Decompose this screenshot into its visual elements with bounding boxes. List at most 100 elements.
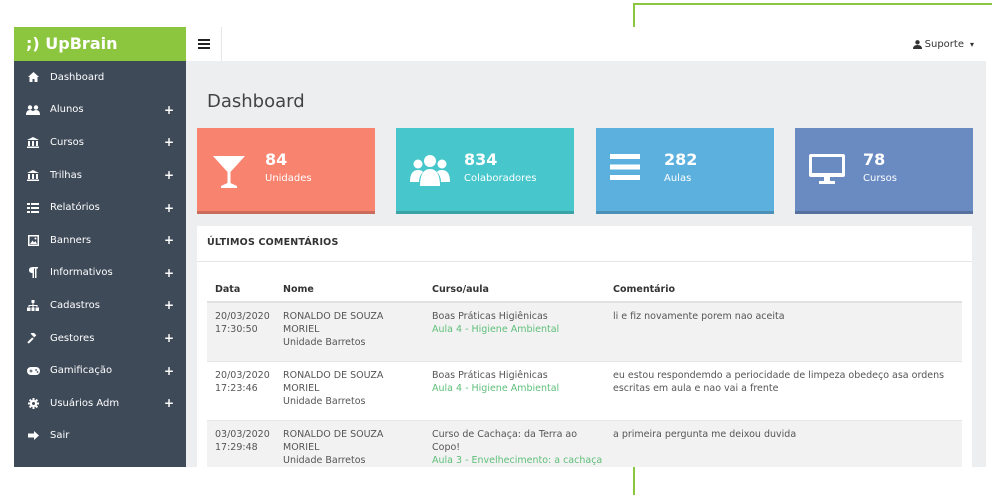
course-cell: Boas Práticas Higiênicas Aula 4 - Higiene…: [424, 301, 605, 361]
sidebar-item-alunos[interactable]: Alunos +: [14, 94, 186, 127]
sidebar-item-usuarios-adm[interactable]: Usuários Adm +: [14, 387, 186, 420]
stat-card-unidades[interactable]: 84 Unidades: [197, 128, 375, 214]
gamepad-icon: [26, 365, 40, 377]
sidebar-item-label: Gamificação: [50, 365, 113, 377]
hamburger-icon: [197, 39, 210, 49]
sidebar-item-gamificacao[interactable]: Gamificação +: [14, 354, 186, 387]
stat-label: Colaboradores: [464, 173, 537, 184]
sidebar-item-banners[interactable]: Banners +: [14, 224, 186, 257]
student-name: MORIEL: [283, 324, 320, 335]
student-name: RONALDO DE SOUZA: [283, 428, 384, 440]
course-name: Boas Práticas Higiênicas: [432, 311, 548, 322]
report-icon: [26, 202, 40, 214]
sidebar-item-trilhas[interactable]: Trilhas +: [14, 159, 186, 192]
date-cell: 03/03/2020 17:29:48: [207, 419, 275, 467]
expand-plus-icon[interactable]: +: [164, 266, 174, 280]
expand-plus-icon[interactable]: +: [164, 201, 174, 215]
sidebar-item-relatorios[interactable]: Relatórios +: [14, 191, 186, 224]
column-header-nome[interactable]: Nome: [275, 278, 424, 303]
expand-plus-icon[interactable]: +: [164, 298, 174, 312]
decorative-line: [633, 3, 992, 5]
student-name: MORIEL: [283, 441, 320, 453]
sidebar-item-sair[interactable]: Sair: [14, 420, 186, 453]
table-row[interactable]: 20/03/2020 17:30:50 RONALDO DE SOUZA MORIE…: [207, 301, 962, 361]
stat-card-colaboradores[interactable]: 834 Colaboradores: [396, 128, 574, 214]
name-cell: RONALDO DE SOUZA MORIEL Unidade Barretos: [275, 360, 424, 420]
comments-panel-title: ÚLTIMOS COMENTÁRIOS: [197, 226, 972, 262]
sidebar-item-cadastros[interactable]: Cadastros +: [14, 289, 186, 322]
comments-panel: ÚLTIMOS COMENTÁRIOS Data Nome Curso/aula…: [197, 226, 972, 467]
date-cell: 20/03/2020 17:30:50: [207, 301, 275, 361]
sidebar-item-label: Banners: [50, 234, 92, 246]
table-row[interactable]: 03/03/2020 17:29:48 RONALDO DE SOUZA MORIE…: [207, 419, 962, 467]
stat-value: 282: [664, 150, 698, 169]
table-row[interactable]: 20/03/2020 17:23:46 RONALDO DE SOUZA MORIE…: [207, 360, 962, 420]
sidebar-item-label: Usuários Adm: [50, 397, 120, 409]
comment-cell: eu estou respondemdo a periocidade de li…: [605, 360, 962, 420]
menu-toggle-button[interactable]: [186, 27, 222, 61]
glass-icon: [211, 154, 247, 192]
sidebar-item-label: Informativos: [50, 267, 113, 279]
name-cell: RONALDO DE SOUZA MORIEL Unidade Barretos: [275, 419, 424, 467]
stat-label: Unidades: [265, 173, 312, 184]
sidebar-item-label: Trilhas: [50, 169, 82, 181]
column-header-comentario[interactable]: Comentário: [605, 278, 962, 303]
expand-plus-icon[interactable]: +: [164, 168, 174, 182]
gear-icon: [26, 397, 40, 409]
column-header-curso[interactable]: Curso/aula: [424, 278, 605, 303]
lesson-link[interactable]: Aula 4 - Higiene Ambiental: [432, 383, 559, 394]
stat-value: 834: [464, 150, 498, 169]
course-name: Boas Práticas Higiênicas: [432, 369, 548, 381]
student-name: RONALDO DE SOUZA: [283, 311, 384, 322]
stat-card-aulas[interactable]: 282 Aulas: [596, 128, 774, 214]
lesson-link[interactable]: Aula 3 - Envelhecimento: a cachaça: [432, 455, 602, 466]
image-icon: [26, 234, 40, 246]
decorative-line: [633, 465, 635, 495]
comment-cell: li e fiz novamente porem nao aceita: [605, 301, 962, 361]
sidebar-item-label: Cursos: [50, 136, 84, 148]
comment-date: 20/03/2020: [215, 311, 270, 322]
sidebar-item-gestores[interactable]: Gestores +: [14, 322, 186, 355]
sidebar-item-label: Cadastros: [50, 299, 100, 311]
user-name: Suporte: [924, 38, 964, 50]
stat-label: Aulas: [664, 173, 692, 184]
expand-plus-icon[interactable]: +: [164, 331, 174, 345]
stat-value: 78: [863, 150, 886, 169]
sidebar-item-cursos[interactable]: Cursos +: [14, 126, 186, 159]
comment-time: 17:23:46: [215, 382, 258, 394]
brand-logo[interactable]: ;) UpBrain: [14, 27, 186, 61]
group-icon: [410, 154, 450, 190]
expand-plus-icon[interactable]: +: [164, 396, 174, 410]
bars-icon: [610, 154, 640, 184]
page-title: Dashboard: [207, 91, 305, 112]
institution-icon: [26, 169, 40, 181]
gavel-icon: [26, 332, 40, 344]
stat-card-cursos[interactable]: 78 Cursos: [795, 128, 973, 214]
user-menu[interactable]: Suporte ▾: [912, 27, 974, 61]
sidebar-item-label: Dashboard: [50, 71, 105, 83]
sitemap-icon: [26, 299, 40, 311]
expand-plus-icon[interactable]: +: [164, 364, 174, 378]
course-name: Curso de Cachaça: da Terra ao: [432, 428, 578, 440]
course-cell: Boas Práticas Higiênicas Aula 4 - Higiene…: [424, 360, 605, 420]
users-icon: [26, 104, 40, 116]
comment-date: 20/03/2020: [215, 369, 270, 381]
expand-plus-icon[interactable]: +: [164, 135, 174, 149]
sidebar-item-label: Alunos: [50, 104, 84, 116]
date-cell: 20/03/2020 17:23:46: [207, 360, 275, 420]
student-unit: Unidade Barretos: [283, 454, 366, 466]
student-unit: Unidade Barretos: [283, 395, 366, 407]
course-name: Copo!: [432, 441, 461, 453]
decorative-line: [633, 3, 635, 27]
comment-cell: a primeira pergunta me deixou duvida: [605, 419, 962, 467]
sign-out-icon: [26, 430, 40, 442]
sidebar-item-label: Sair: [50, 430, 70, 442]
lesson-link[interactable]: Aula 4 - Higiene Ambiental: [432, 324, 559, 335]
sidebar: ;) UpBrain Dashboard Alunos + Cursos + T…: [14, 27, 186, 467]
expand-plus-icon[interactable]: +: [164, 103, 174, 117]
expand-plus-icon[interactable]: +: [164, 233, 174, 247]
sidebar-item-dashboard[interactable]: Dashboard: [14, 61, 186, 94]
sidebar-item-informativos[interactable]: Informativos +: [14, 257, 186, 290]
stat-value: 84: [265, 150, 288, 169]
column-header-data[interactable]: Data: [207, 278, 275, 303]
